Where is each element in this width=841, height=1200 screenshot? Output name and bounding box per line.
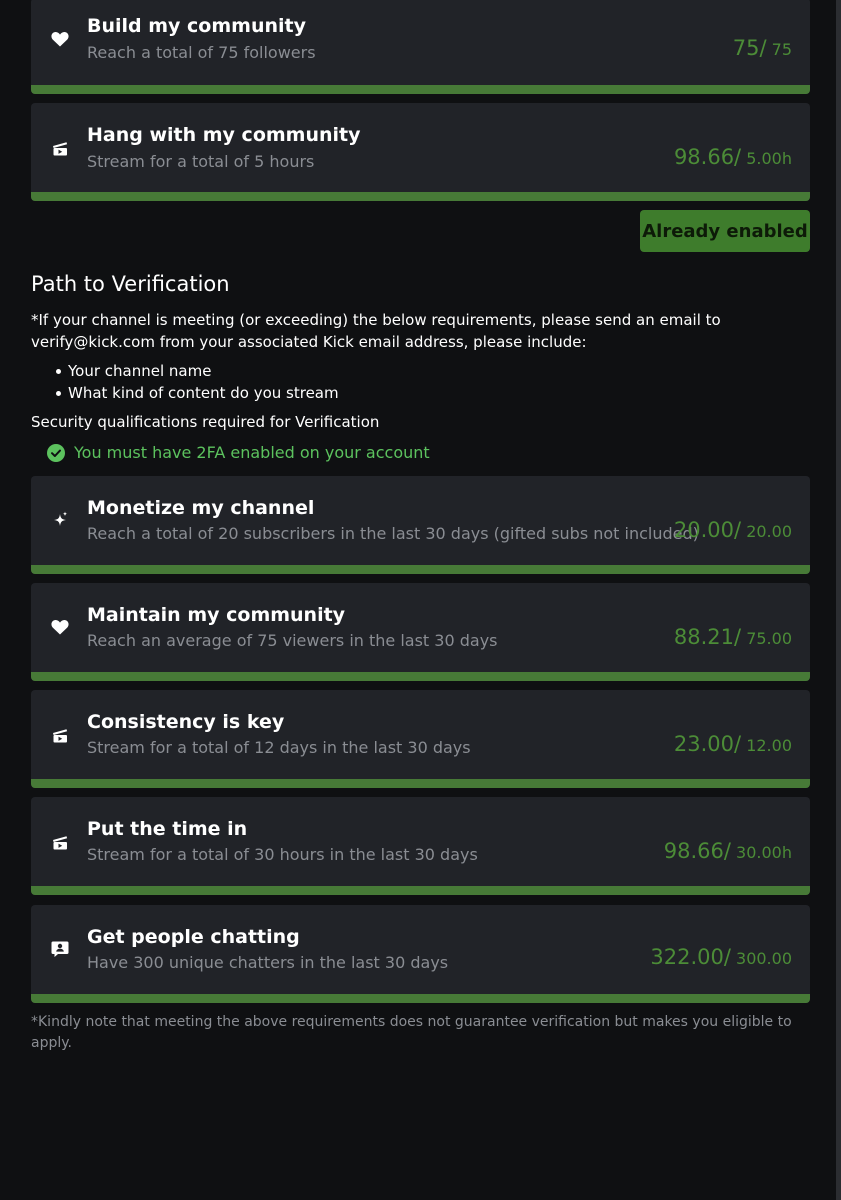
requirement-title: Maintain my community [87, 604, 346, 626]
requirement-card-monetize: Monetize my channel Reach a total of 20 … [31, 476, 810, 574]
progress-bar [31, 779, 810, 788]
requirement-card-consistency: Consistency is key Stream for a total of… [31, 690, 810, 788]
requirement-title: Get people chatting [87, 926, 300, 948]
progress-bar-fill [31, 85, 810, 94]
progress-current: 98.66/ [673, 145, 742, 169]
check-circle-icon [47, 443, 65, 462]
requirement-description: Stream for a total of 30 hours in the la… [87, 845, 478, 864]
bullet-content-type: What kind of content do you stream [55, 382, 339, 404]
requirement-description: Reach an average of 75 viewers in the la… [87, 631, 498, 650]
heart-icon [50, 617, 70, 637]
progress-bar-fill [31, 192, 810, 201]
scrollbar-track[interactable] [836, 0, 841, 1200]
requirement-card-maintain-community: Maintain my community Reach an average o… [31, 583, 810, 681]
clapperboard-icon [50, 138, 70, 158]
verification-notice: *If your channel is meeting (or exceedin… [31, 311, 721, 351]
progress-bar [31, 565, 810, 574]
progress-bar [31, 994, 810, 1003]
requirement-description: Stream for a total of 5 hours [87, 152, 315, 171]
progress-bar-fill [31, 672, 810, 681]
verification-bullet-list: Your channel name What kind of content d… [55, 360, 339, 404]
requirement-progress: 98.66/ 5.00h [674, 145, 792, 169]
requirement-progress: 322.00/ 300.00 [650, 945, 792, 969]
requirement-card-chatting: Get people chatting Have 300 unique chat… [31, 905, 810, 1003]
progress-bar-fill [31, 994, 810, 1003]
requirement-progress: 98.66/ 30.00h [664, 839, 792, 863]
progress-bar-fill [31, 886, 810, 895]
progress-bar-fill [31, 779, 810, 788]
progress-bar [31, 85, 810, 94]
section-title-verification: Path to Verification [31, 272, 230, 296]
progress-current: 322.00/ [650, 945, 731, 969]
requirement-progress: 20.00/ 20.00 [674, 518, 792, 542]
requirement-card-build-community: Build my community Reach a total of 75 f… [31, 0, 810, 94]
verification-footnote: *Kindly note that meeting the above requ… [31, 1014, 792, 1051]
progress-total: 75 [771, 40, 792, 59]
twofa-requirement: You must have 2FA enabled on your accoun… [47, 443, 430, 462]
requirement-description: Reach a total of 75 followers [87, 43, 316, 62]
progress-current: 20.00/ [673, 518, 742, 542]
progress-current: 98.66/ [663, 839, 731, 863]
progress-bar-fill [31, 565, 810, 574]
progress-current: 23.00/ [673, 732, 742, 756]
twofa-text: You must have 2FA enabled on your accoun… [74, 443, 430, 462]
progress-bar [31, 192, 810, 201]
progress-total: 20.00 [746, 522, 792, 541]
requirement-progress: 88.21/ 75.00 [674, 625, 792, 649]
clapperboard-icon [50, 725, 70, 745]
requirement-progress: 23.00/ 12.00 [674, 732, 792, 756]
requirement-title: Put the time in [87, 818, 248, 840]
progress-total: 12.00 [746, 736, 792, 755]
requirement-title: Build my community [87, 15, 306, 37]
bullet-channel-name: Your channel name [55, 360, 339, 382]
already-enabled-button[interactable]: Already enabled [640, 210, 810, 252]
requirement-progress: 75/ 75 [733, 36, 792, 60]
progress-bar [31, 886, 810, 895]
progress-total: 5.00h [746, 149, 792, 168]
progress-total: 30.00h [736, 843, 792, 862]
requirement-card-time-in: Put the time in Stream for a total of 30… [31, 797, 810, 895]
requirement-title: Hang with my community [87, 124, 361, 146]
requirement-title: Consistency is key [87, 711, 285, 733]
page: Build my community Reach a total of 75 f… [0, 0, 841, 1200]
progress-total: 75.00 [746, 629, 792, 648]
chat-user-icon [50, 939, 70, 959]
requirement-description: Stream for a total of 12 days in the las… [87, 738, 471, 757]
progress-total: 300.00 [736, 949, 792, 968]
clapperboard-icon [50, 832, 70, 852]
requirement-title: Monetize my channel [87, 497, 315, 519]
progress-bar [31, 672, 810, 681]
requirement-card-hang-community: Hang with my community Stream for a tota… [31, 103, 810, 201]
requirement-description: Have 300 unique chatters in the last 30 … [87, 953, 449, 972]
sparkle-icon [50, 510, 70, 530]
security-qualifications-label: Security qualifications required for Ver… [31, 413, 380, 431]
requirement-description: Reach a total of 20 subscribers in the l… [87, 524, 699, 543]
heart-icon [50, 29, 70, 49]
progress-current: 88.21/ [673, 625, 742, 649]
progress-current: 75/ [732, 36, 767, 60]
